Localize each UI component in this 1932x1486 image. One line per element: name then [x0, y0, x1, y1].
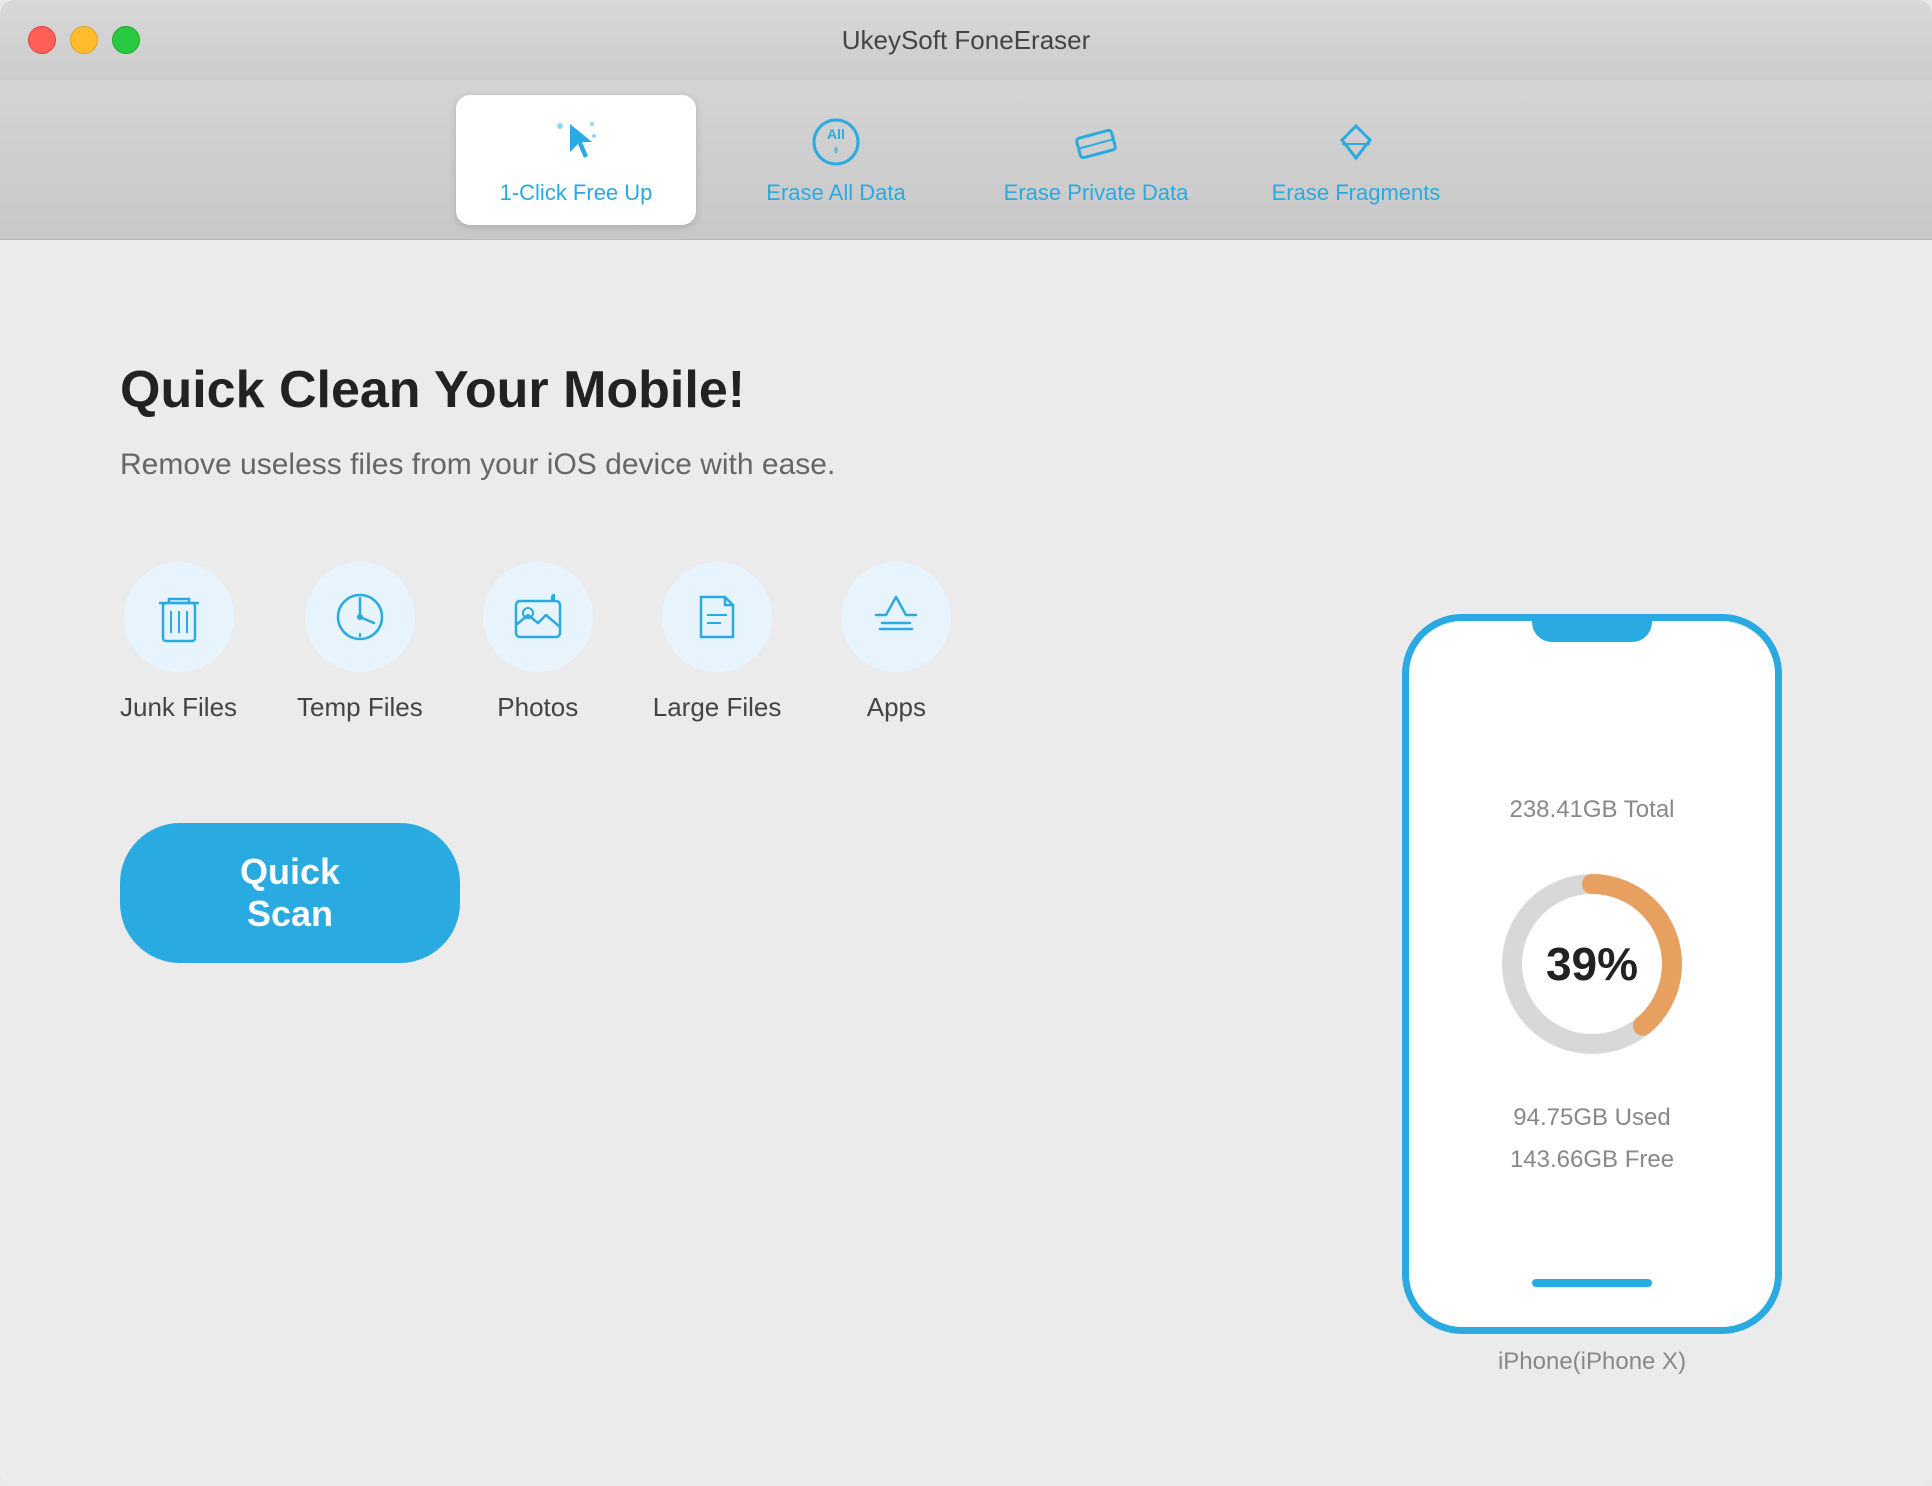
headline: Quick Clean Your Mobile!	[120, 360, 1312, 420]
erase-all-icon: All	[808, 114, 864, 170]
junk-files-icon	[149, 587, 209, 647]
storage-info: 94.75GB Used 143.66GB Free	[1510, 1104, 1674, 1174]
file-types-grid: Junk Files	[120, 562, 1312, 723]
file-type-apps[interactable]: Apps	[841, 562, 951, 723]
app-window: UkeySoft FoneEraser 1-Click Free Up	[0, 0, 1932, 1486]
phone-notch	[1532, 614, 1652, 642]
file-type-photos[interactable]: Photos	[483, 562, 593, 723]
phone-home-indicator	[1532, 1279, 1652, 1287]
file-type-large[interactable]: Large Files	[653, 562, 782, 723]
temp-files-icon	[330, 587, 390, 647]
tab-one-click[interactable]: 1-Click Free Up	[456, 95, 696, 225]
photos-label: Photos	[497, 692, 578, 723]
apps-label: Apps	[867, 692, 926, 723]
fullscreen-button[interactable]	[112, 26, 140, 54]
toolbar: 1-Click Free Up All Erase All Data	[0, 80, 1932, 240]
large-files-icon	[687, 587, 747, 647]
storage-used-label: 94.75GB Used	[1513, 1104, 1670, 1132]
tab-erase-private-label: Erase Private Data	[1004, 180, 1189, 206]
right-section: 238.41GB Total 39% 94.75GB Used	[1372, 320, 1812, 1406]
storage-free-label: 143.66GB Free	[1510, 1146, 1674, 1174]
phone-mockup: 238.41GB Total 39% 94.75GB Used	[1402, 614, 1782, 1334]
large-files-icon-wrapper	[662, 562, 772, 672]
storage-percent: 39%	[1546, 937, 1638, 991]
storage-donut-chart: 39%	[1482, 854, 1702, 1074]
tab-erase-fragments[interactable]: Erase Fragments	[1236, 95, 1476, 225]
file-type-temp[interactable]: Temp Files	[297, 562, 423, 723]
photos-icon-wrapper	[483, 562, 593, 672]
total-storage-label: 238.41GB Total	[1509, 796, 1674, 824]
minimize-button[interactable]	[70, 26, 98, 54]
window-title: UkeySoft FoneEraser	[842, 25, 1091, 56]
tab-one-click-label: 1-Click Free Up	[500, 180, 653, 206]
svg-text:All: All	[827, 126, 845, 142]
temp-files-icon-wrapper	[305, 562, 415, 672]
tab-erase-all[interactable]: All Erase All Data	[716, 95, 956, 225]
large-files-label: Large Files	[653, 692, 782, 723]
main-content: Quick Clean Your Mobile! Remove useless …	[0, 240, 1932, 1486]
tab-erase-fragments-label: Erase Fragments	[1272, 180, 1441, 206]
phone-content: 238.41GB Total 39% 94.75GB Used	[1429, 671, 1755, 1279]
tab-erase-all-label: Erase All Data	[766, 180, 905, 206]
apps-icon	[866, 587, 926, 647]
quick-scan-button[interactable]: Quick Scan	[120, 823, 460, 963]
junk-files-icon-wrapper	[124, 562, 234, 672]
one-click-icon	[548, 114, 604, 170]
temp-files-label: Temp Files	[297, 692, 423, 723]
traffic-lights	[28, 26, 140, 54]
photos-icon	[508, 587, 568, 647]
device-name: iPhone(iPhone X)	[1498, 1348, 1686, 1376]
erase-fragments-icon	[1328, 114, 1384, 170]
file-type-junk[interactable]: Junk Files	[120, 562, 237, 723]
junk-files-label: Junk Files	[120, 692, 237, 723]
subtext: Remove useless files from your iOS devic…	[120, 448, 1312, 482]
tab-erase-private[interactable]: Erase Private Data	[976, 95, 1216, 225]
left-section: Quick Clean Your Mobile! Remove useless …	[120, 320, 1312, 1406]
title-bar: UkeySoft FoneEraser	[0, 0, 1932, 80]
apps-icon-wrapper	[841, 562, 951, 672]
close-button[interactable]	[28, 26, 56, 54]
erase-private-icon	[1068, 114, 1124, 170]
